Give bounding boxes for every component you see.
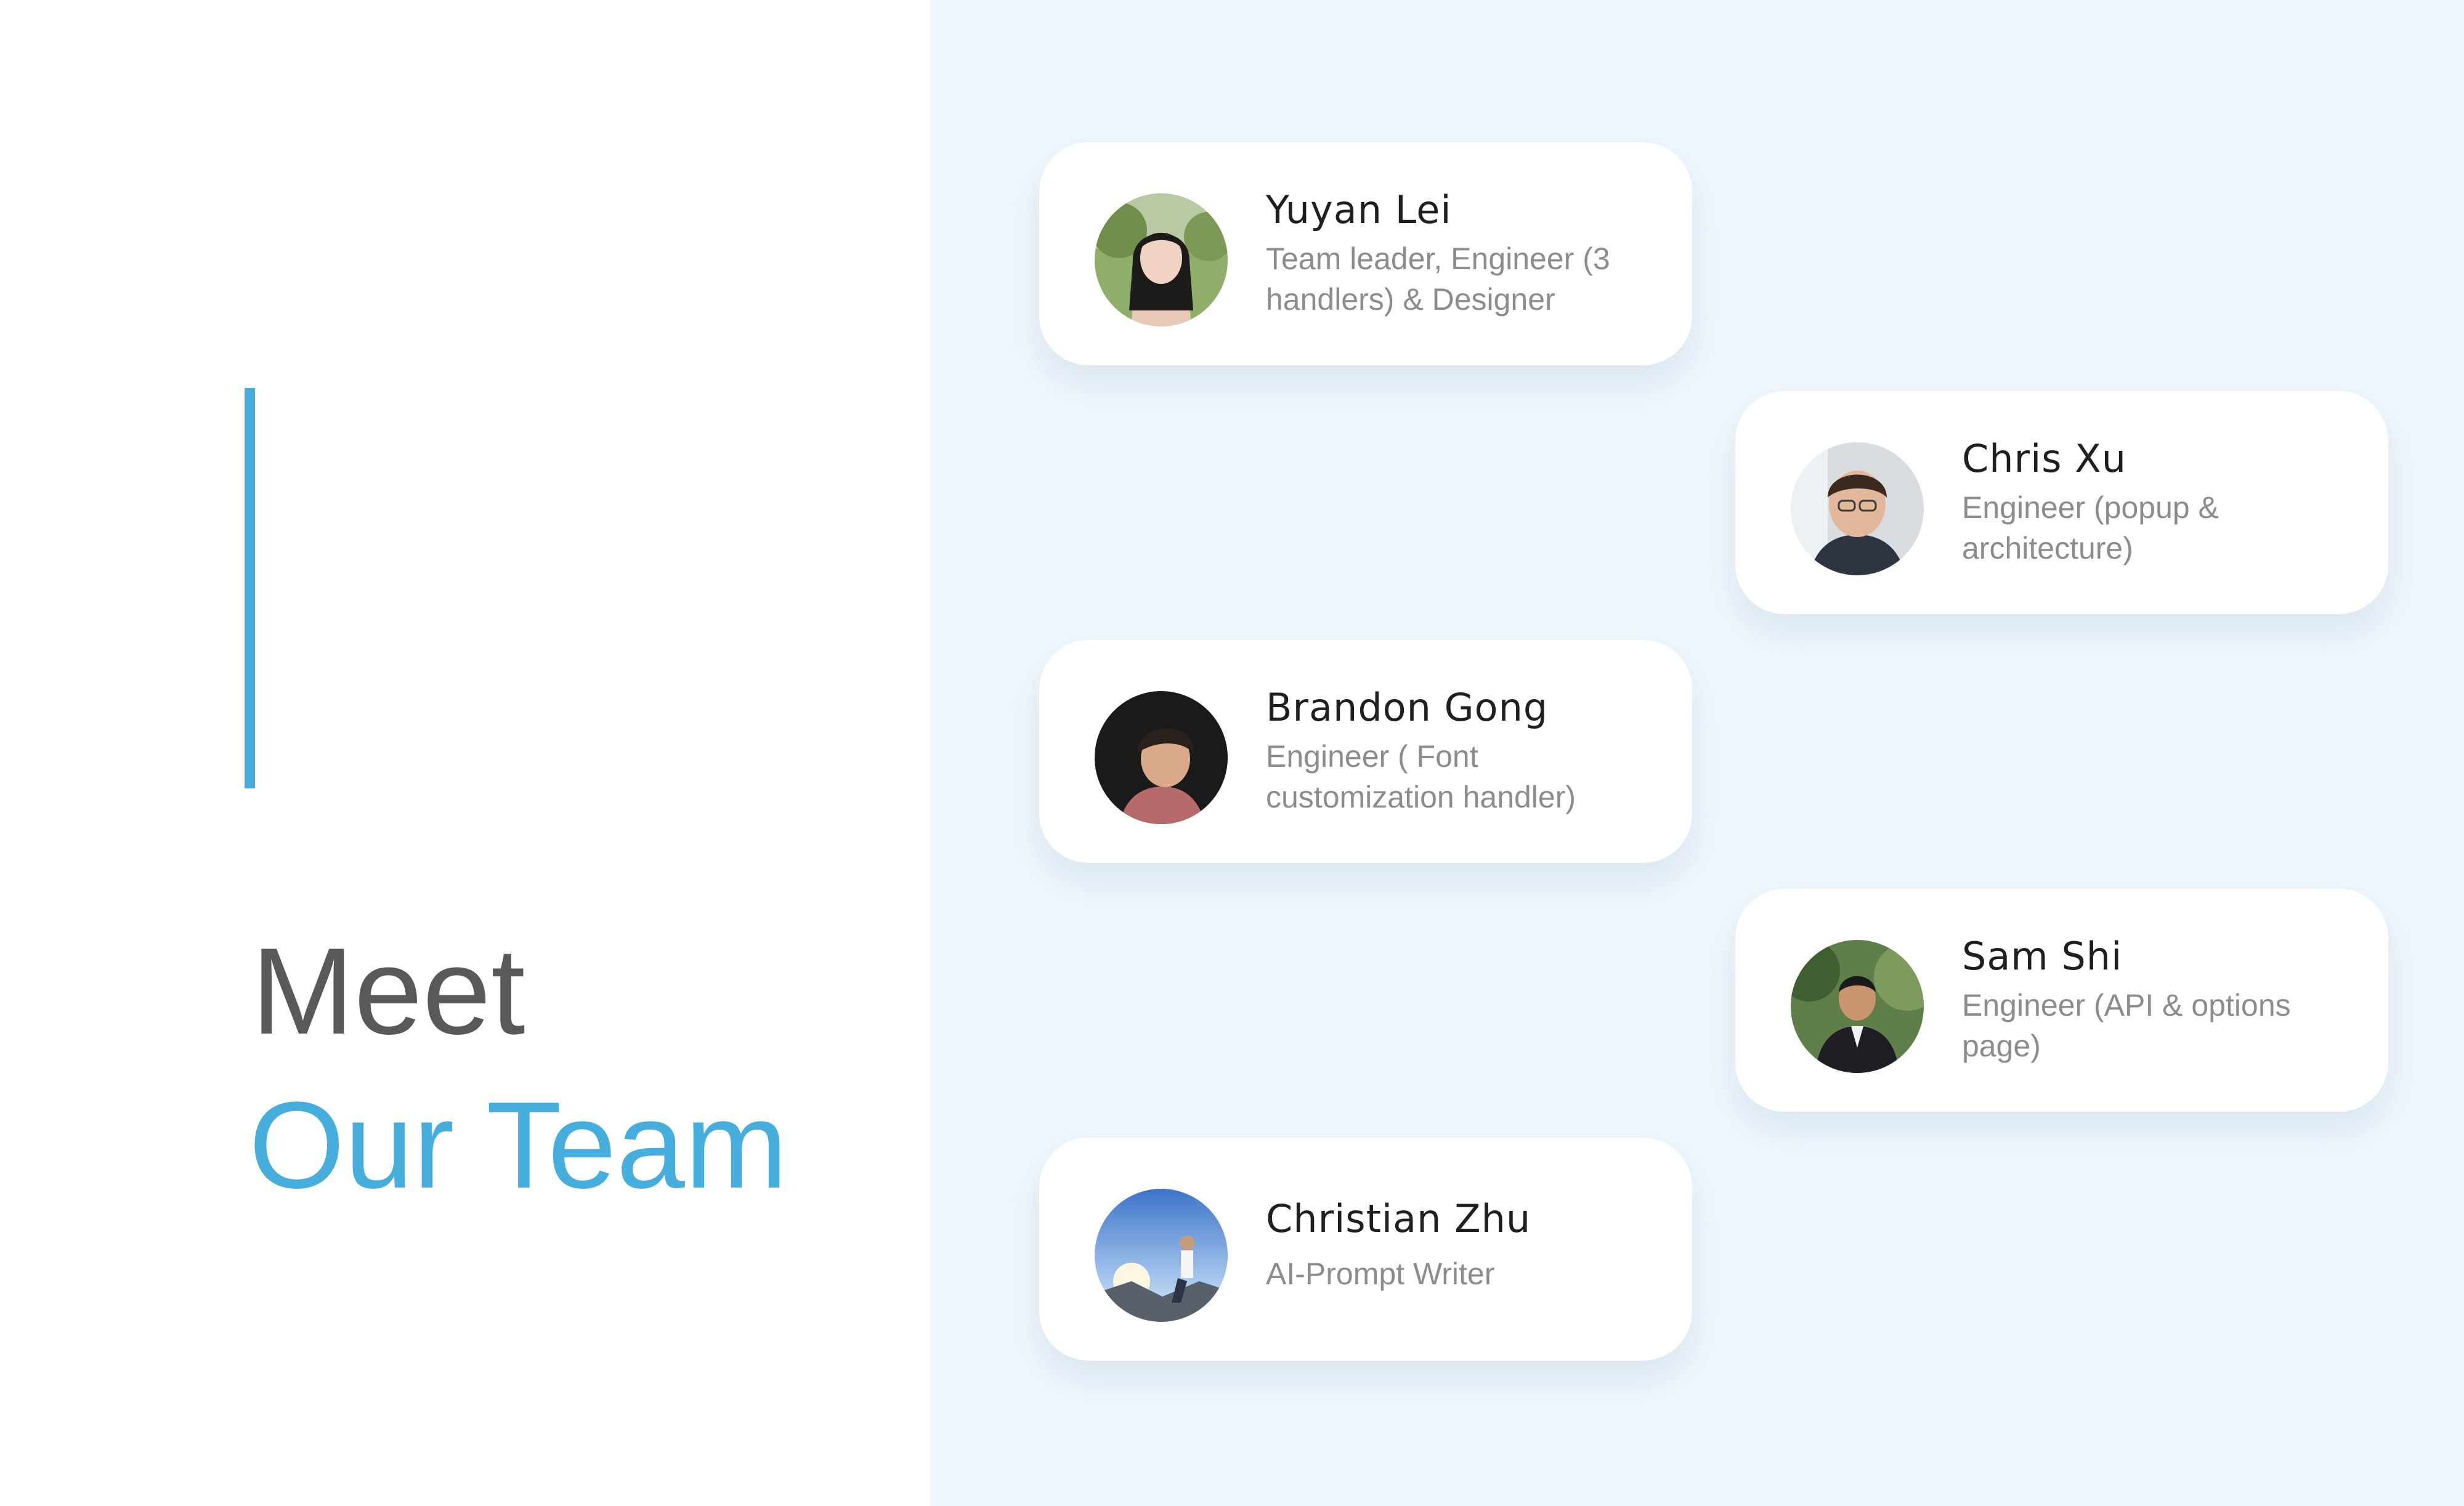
avatar [1791,442,1924,575]
person-photo-icon [1095,193,1228,326]
avatar [1095,193,1228,326]
member-role: Engineer (API & options page) [1962,988,2291,1063]
person-photo-icon [1791,940,1924,1073]
person-photo-icon [1095,1189,1228,1322]
avatar [1095,1189,1228,1322]
member-role: Team leader, Engineer (3 handlers) & Des… [1266,241,1610,317]
heading-meet: Meet [251,923,525,1060]
left-panel: Meet Our Team [0,0,930,1506]
team-member-card: Brandon Gong Engineer ( Font customizati… [1039,640,1692,863]
team-member-card: Sam Shi Engineer (API & options page) [1735,889,2388,1112]
team-member-card: Yuyan Lei Team leader, Engineer (3 handl… [1039,142,1692,365]
accent-bar [245,388,255,788]
member-name: Christian Zhu [1266,1196,1531,1241]
team-member-card: Chris Xu Engineer (popup & architecture) [1735,391,2388,614]
member-name: Yuyan Lei [1266,187,1452,232]
avatar [1095,691,1228,824]
member-name: Chris Xu [1962,436,2127,481]
member-role: AI-Prompt Writer [1266,1257,1495,1291]
member-name: Sam Shi [1962,934,2123,979]
avatar [1791,940,1924,1073]
member-name: Brandon Gong [1266,685,1549,730]
person-photo-icon [1791,442,1924,575]
member-role: Engineer ( Font customization handler) [1266,739,1576,814]
person-photo-icon [1095,691,1228,824]
team-member-card: Christian Zhu AI-Prompt Writer [1039,1138,1692,1361]
heading-our-team: Our Team [249,1077,788,1214]
member-role: Engineer (popup & architecture) [1962,490,2219,565]
